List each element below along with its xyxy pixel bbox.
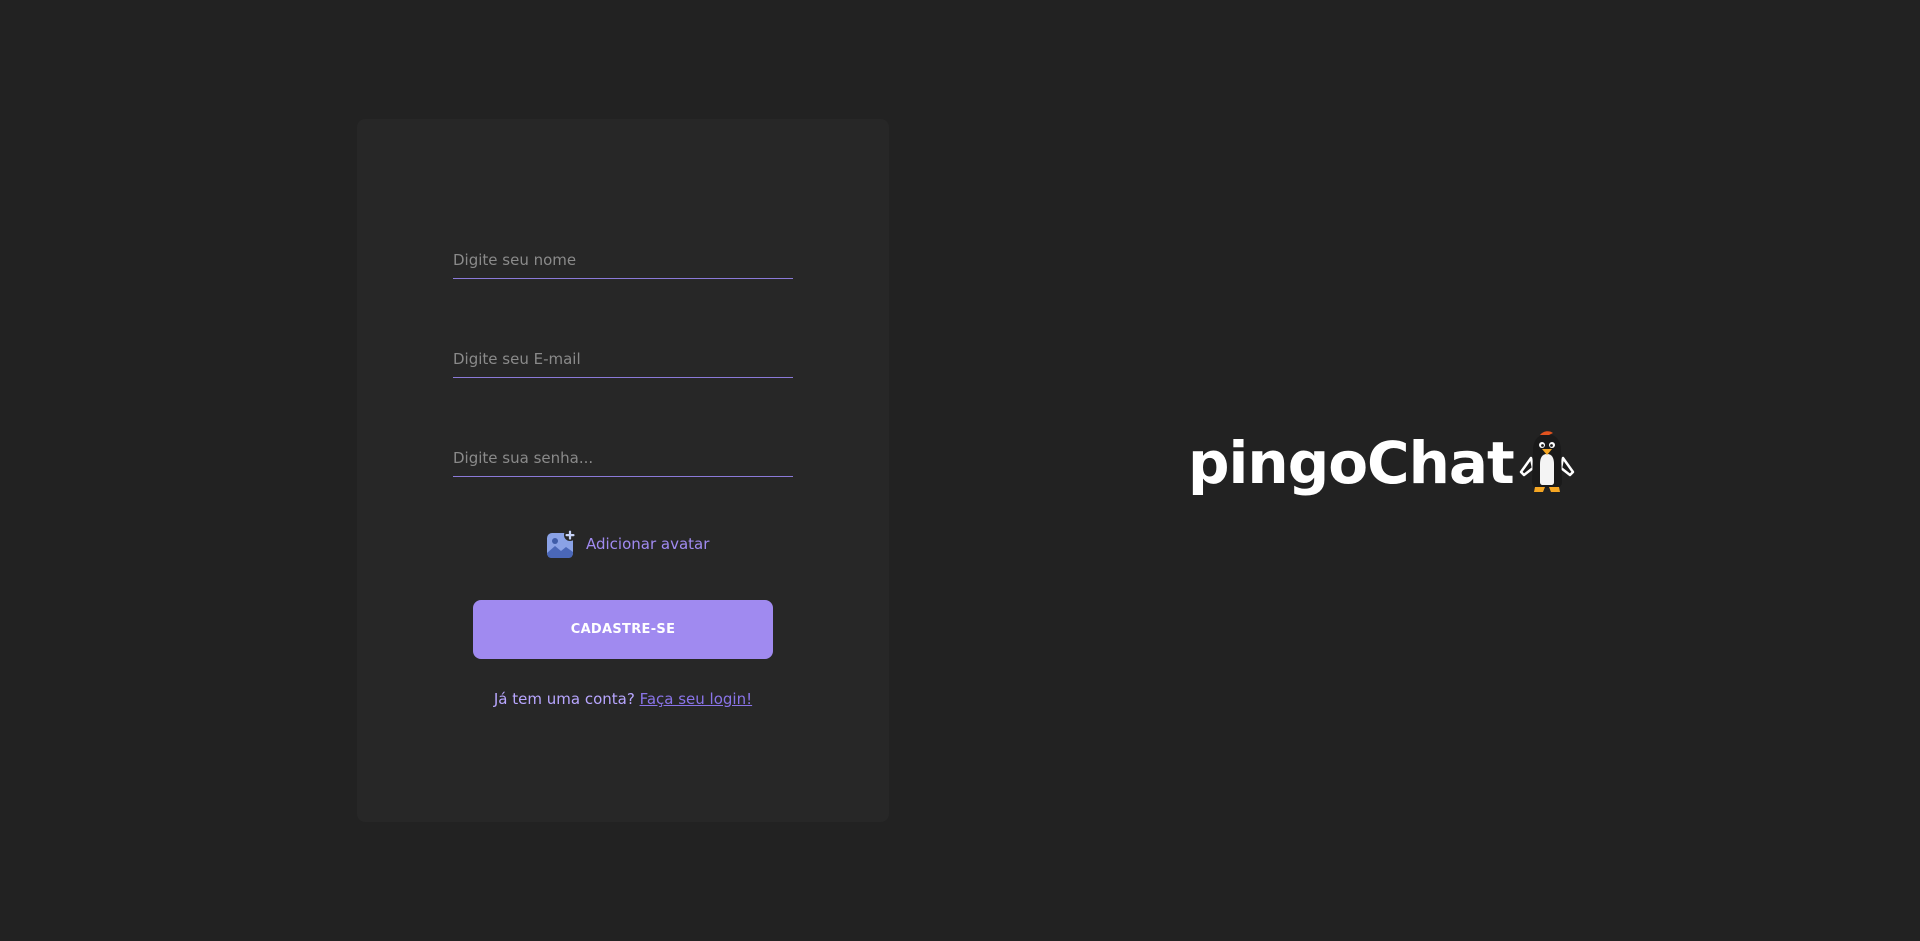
password-input[interactable] bbox=[453, 442, 793, 474]
name-field-wrapper bbox=[453, 244, 793, 279]
signup-card: Adicionar avatar CADASTRE-SE Já tem uma … bbox=[357, 119, 889, 822]
signup-button[interactable]: CADASTRE-SE bbox=[473, 600, 773, 659]
email-input[interactable] bbox=[453, 343, 793, 375]
add-image-icon bbox=[546, 529, 576, 559]
signup-page: Adicionar avatar CADASTRE-SE Já tem uma … bbox=[0, 0, 1920, 941]
login-link[interactable]: Faça seu login! bbox=[640, 690, 753, 708]
name-input[interactable] bbox=[453, 244, 793, 276]
brand-name: pingoChat bbox=[1188, 429, 1515, 497]
add-avatar-label: Adicionar avatar bbox=[586, 535, 710, 553]
password-field-wrapper bbox=[453, 442, 793, 477]
add-avatar-button[interactable]: Adicionar avatar bbox=[546, 529, 709, 559]
login-prompt: Já tem uma conta? Faça seu login! bbox=[357, 690, 889, 708]
brand-logo: pingoChat bbox=[1188, 429, 1576, 497]
email-field-wrapper bbox=[453, 343, 793, 378]
login-prompt-text: Já tem uma conta? bbox=[493, 690, 635, 708]
penguin-icon bbox=[1518, 428, 1576, 494]
